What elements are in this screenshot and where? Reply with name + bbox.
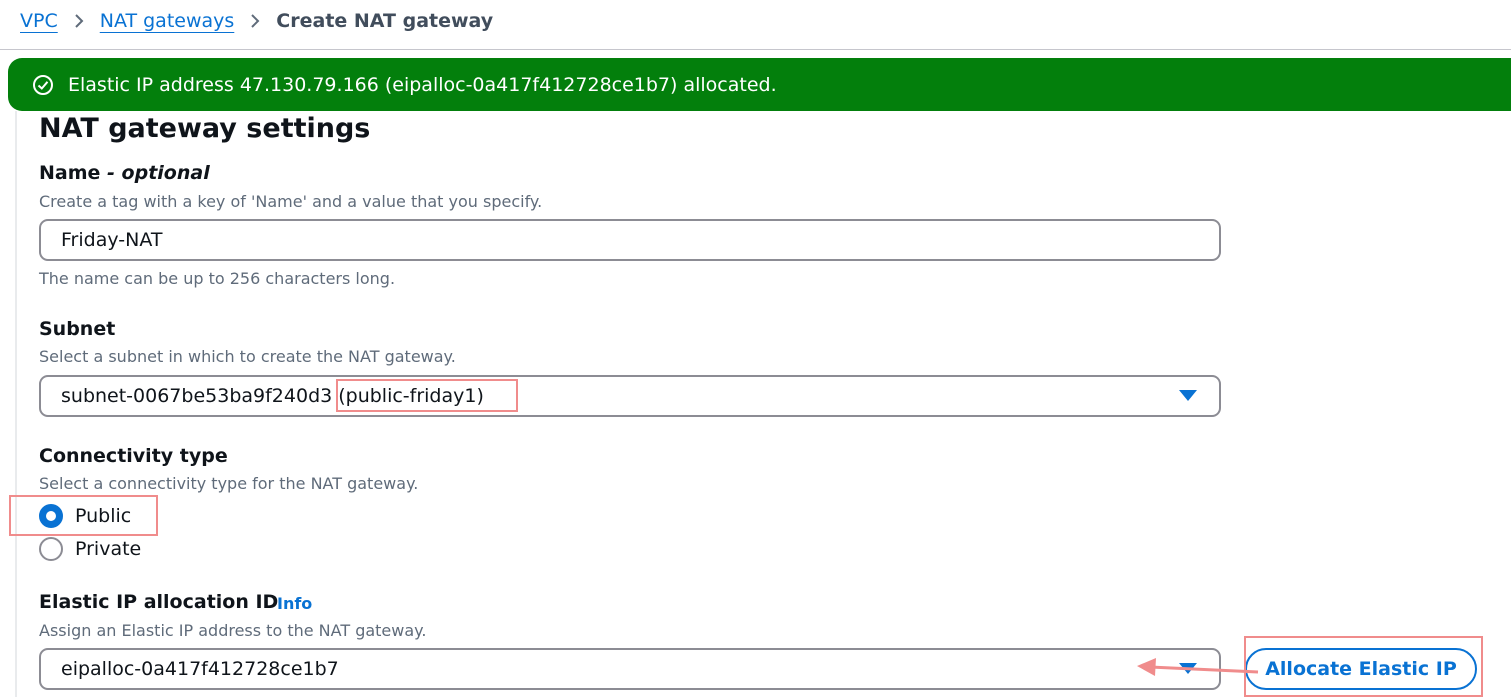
eip-description: Assign an Elastic IP address to the NAT … [39,621,427,640]
name-input[interactable]: Friday-NAT [39,219,1221,261]
breadcrumb-vpc-link[interactable]: VPC [20,10,58,32]
check-circle-icon [32,74,54,96]
name-label-text: Name [39,162,101,184]
radio-private-label: Private [75,538,142,560]
subnet-id: subnet-0067be53ba9f240d3 [61,385,333,407]
subnet-select[interactable]: subnet-0067be53ba9f240d3 (public-friday1) [39,375,1221,417]
subnet-label: Subnet [39,318,116,340]
name-input-value: Friday-NAT [61,229,163,251]
name-label: Name - optional [39,162,210,184]
name-hint: The name can be up to 256 characters lon… [39,269,396,288]
chevron-right-icon [74,13,84,29]
chevron-right-icon [250,13,260,29]
subnet-description: Select a subnet in which to create the N… [39,347,456,366]
breadcrumb-current: Create NAT gateway [276,10,494,32]
annotation-highlight-public [9,495,158,536]
info-link[interactable]: Info [277,594,312,613]
eip-label: Elastic IP allocation ID [39,591,279,613]
header-divider [0,49,1511,50]
success-flashbar: Elastic IP address 47.130.79.166 (eipall… [8,58,1511,111]
eip-select[interactable]: eipalloc-0a417f412728ce1b7 [39,648,1221,690]
breadcrumb-nat-gateways-link[interactable]: NAT gateways [100,10,235,32]
annotation-highlight-subnet-name [336,379,518,412]
caret-down-icon [1179,663,1197,674]
name-description: Create a tag with a key of 'Name' and a … [39,192,543,211]
connectivity-description: Select a connectivity type for the NAT g… [39,474,419,493]
caret-down-icon [1179,390,1197,401]
breadcrumb: VPC NAT gateways Create NAT gateway [20,8,493,34]
section-title: NAT gateway settings [39,113,371,144]
radio-private[interactable]: Private [39,537,141,561]
annotation-highlight-allocate-button [1244,636,1483,697]
optional-tag: - optional [107,162,210,184]
eip-select-value: eipalloc-0a417f412728ce1b7 [61,658,339,680]
connectivity-label: Connectivity type [39,445,228,467]
flash-message: Elastic IP address 47.130.79.166 (eipall… [68,73,777,96]
radio-button-unchecked[interactable] [39,537,63,561]
